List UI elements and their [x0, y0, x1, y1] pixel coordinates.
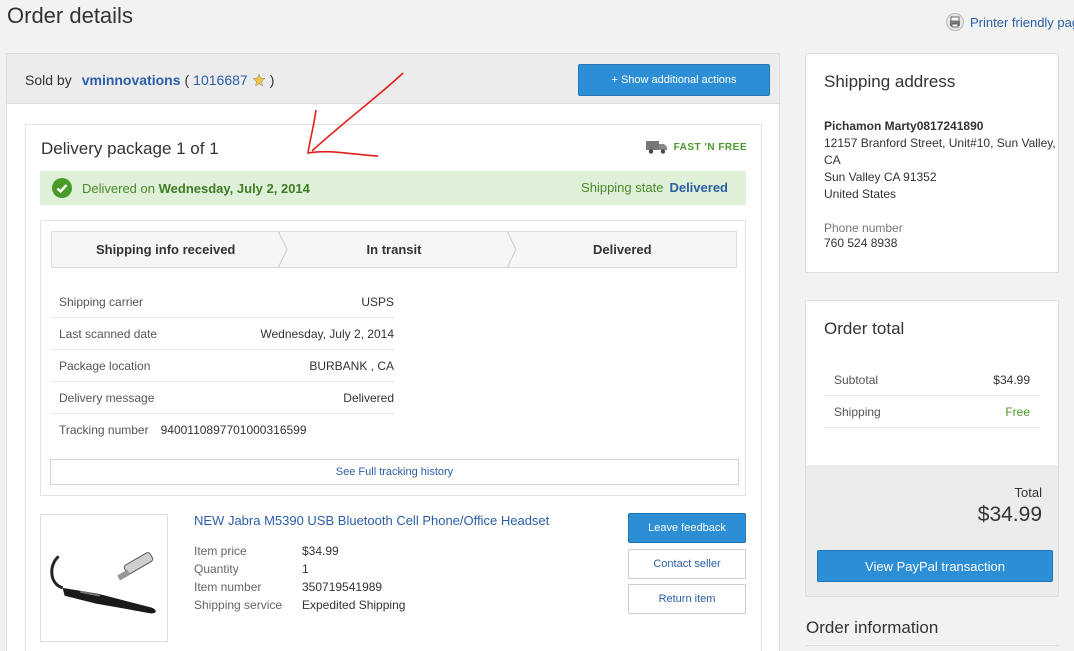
- page-title: Order details: [7, 3, 133, 28]
- address-line: United States: [824, 187, 897, 201]
- shipping-state-value: Delivered: [669, 180, 728, 195]
- detail-value: Wednesday, July 2, 2014: [260, 326, 394, 341]
- sold-by-label: Sold by: [25, 72, 72, 88]
- item-detail-row: Item price $34.99: [194, 542, 405, 560]
- delivery-status-bar: Delivered on Wednesday, July 2, 2014 Shi…: [40, 171, 746, 205]
- step-delivered: Delivered: [508, 231, 737, 268]
- item-detail-row: Shipping service Expedited Shipping: [194, 596, 405, 614]
- progress-steps: Shipping info received In transit Delive…: [51, 231, 737, 268]
- detail-value: BURBANK , CA: [309, 358, 394, 373]
- step-label: Shipping info received: [95, 242, 236, 257]
- detail-value: USPS: [361, 294, 394, 309]
- shipping-row: Shipping Free: [824, 396, 1040, 428]
- shipping-state-label: Shipping state: [581, 180, 664, 195]
- step-label: In transit: [366, 242, 422, 257]
- printer-friendly-label: Printer friendly pag: [970, 14, 1074, 30]
- item-detail-label: Shipping service: [194, 598, 283, 612]
- address-line: 12157 Branford Street, Unit#10, Sun Vall…: [824, 136, 1056, 167]
- shipping-label: Shipping: [834, 404, 881, 419]
- delivered-on-text: Delivered on Wednesday, July 2, 2014: [82, 181, 310, 196]
- detail-label: Tracking number: [59, 423, 149, 437]
- shipping-address-title: Shipping address: [824, 72, 956, 91]
- seller-info: Sold by vminnovations ( 1016687 ): [25, 72, 274, 88]
- detail-label: Package location: [59, 358, 151, 373]
- paren-close: ): [269, 72, 275, 88]
- seller-name-link[interactable]: vminnovations: [82, 72, 181, 88]
- divider: [806, 645, 1059, 646]
- check-circle-icon: [52, 178, 72, 198]
- feedback-star-icon: [252, 73, 266, 87]
- recipient-name: Pichamon Marty0817241890: [824, 119, 984, 133]
- printer-friendly-link[interactable]: Printer friendly pag: [946, 13, 1074, 31]
- step-shipping-info-received: Shipping info received: [51, 231, 288, 268]
- headset-image: [50, 552, 156, 614]
- delivery-package: Delivery package 1 of 1 FAST 'N FREE Del…: [25, 124, 762, 651]
- item-detail-row: Quantity 1: [194, 560, 405, 578]
- show-additional-actions-button[interactable]: + Show additional actions: [578, 64, 770, 96]
- order-total-card: Order total Subtotal $34.99 Shipping Fre…: [805, 300, 1059, 597]
- item-detail-label: Item number: [194, 580, 262, 594]
- fast-n-free-label: FAST 'N FREE: [673, 141, 747, 153]
- detail-label: Delivery message: [59, 390, 155, 405]
- subtotal-row: Subtotal $34.99: [824, 364, 1040, 396]
- seller-bar: Sold by vminnovations ( 1016687 ) + Show…: [7, 54, 779, 104]
- step-in-transit: In transit: [280, 231, 517, 268]
- leave-feedback-button[interactable]: Leave feedback: [628, 513, 746, 543]
- package-title: Delivery package 1 of 1: [41, 139, 219, 158]
- fast-n-free-badge: FAST 'N FREE: [645, 140, 747, 154]
- view-paypal-transaction-button[interactable]: View PayPal transaction: [817, 550, 1053, 582]
- step-arrow-icon: [506, 231, 517, 268]
- item-detail-label: Quantity: [194, 562, 239, 576]
- shipping-state: Shipping state Delivered: [581, 180, 728, 195]
- item-detail-value: 350719541989: [302, 580, 383, 594]
- paren-open: (: [184, 72, 190, 88]
- return-item-button[interactable]: Return item: [628, 584, 746, 614]
- feedback-score-link[interactable]: 1016687: [193, 72, 248, 88]
- detail-row: Tracking number 9400110897701000316599: [51, 414, 394, 446]
- subtotal-value: $34.99: [993, 372, 1030, 387]
- item-detail-row: Item number 350719541989: [194, 578, 405, 596]
- total-label: Total: [1014, 485, 1042, 500]
- order-information-title: Order information: [806, 618, 939, 637]
- address-block: Pichamon Marty0817241890 12157 Branford …: [824, 118, 1058, 203]
- detail-row: Shipping carrier USPS: [51, 286, 394, 318]
- subtotal-label: Subtotal: [834, 372, 879, 387]
- phone-label: Phone number: [824, 221, 903, 235]
- full-tracking-history-button[interactable]: See Full tracking history: [50, 459, 739, 485]
- detail-row: Delivery message Delivered: [51, 382, 394, 414]
- tracking-panel: Shipping info received In transit Delive…: [40, 220, 746, 496]
- detail-row: Last scanned date Wednesday, July 2, 201…: [51, 318, 394, 350]
- step-arrow-icon: [278, 231, 288, 268]
- detail-row: Package location BURBANK , CA: [51, 350, 394, 382]
- total-amount: $34.99: [977, 503, 1042, 526]
- printer-icon: [946, 13, 964, 31]
- address-line: Sun Valley CA 91352: [824, 170, 937, 184]
- tracking-details: Shipping carrier USPS Last scanned date …: [51, 286, 394, 446]
- shipping-address-card: Shipping address Pichamon Marty081724189…: [805, 53, 1059, 273]
- contact-seller-button[interactable]: Contact seller: [628, 549, 746, 579]
- item-detail-value: $34.99: [302, 544, 339, 558]
- tracking-number: 9400110897701000316599: [160, 423, 307, 437]
- order-total-title: Order total: [824, 319, 905, 338]
- total-zone: Total $34.99 View PayPal transaction: [806, 465, 1058, 596]
- detail-label: Shipping carrier: [59, 294, 144, 309]
- shipping-value: Free: [1005, 404, 1030, 419]
- item-title-link[interactable]: NEW Jabra M5390 USB Bluetooth Cell Phone…: [194, 513, 549, 528]
- order-card: Sold by vminnovations ( 1016687 ) + Show…: [6, 53, 780, 651]
- detail-label: Last scanned date: [59, 326, 158, 341]
- step-label: Delivered: [593, 242, 652, 257]
- delivered-on-prefix: Delivered on: [82, 180, 155, 196]
- phone-number: 760 524 8938: [824, 236, 898, 250]
- item-details: Item price $34.99 Quantity 1 Item number…: [194, 542, 405, 614]
- truck-icon: [645, 141, 667, 154]
- detail-value: Delivered: [343, 390, 394, 405]
- item-detail-label: Item price: [194, 544, 247, 558]
- summary-rows: Subtotal $34.99 Shipping Free: [824, 364, 1040, 428]
- delivered-date: Wednesday, July 2, 2014: [158, 180, 310, 196]
- item-detail-value: Expedited Shipping: [302, 598, 406, 612]
- item-image[interactable]: [40, 514, 168, 642]
- item-detail-value: 1: [302, 562, 309, 576]
